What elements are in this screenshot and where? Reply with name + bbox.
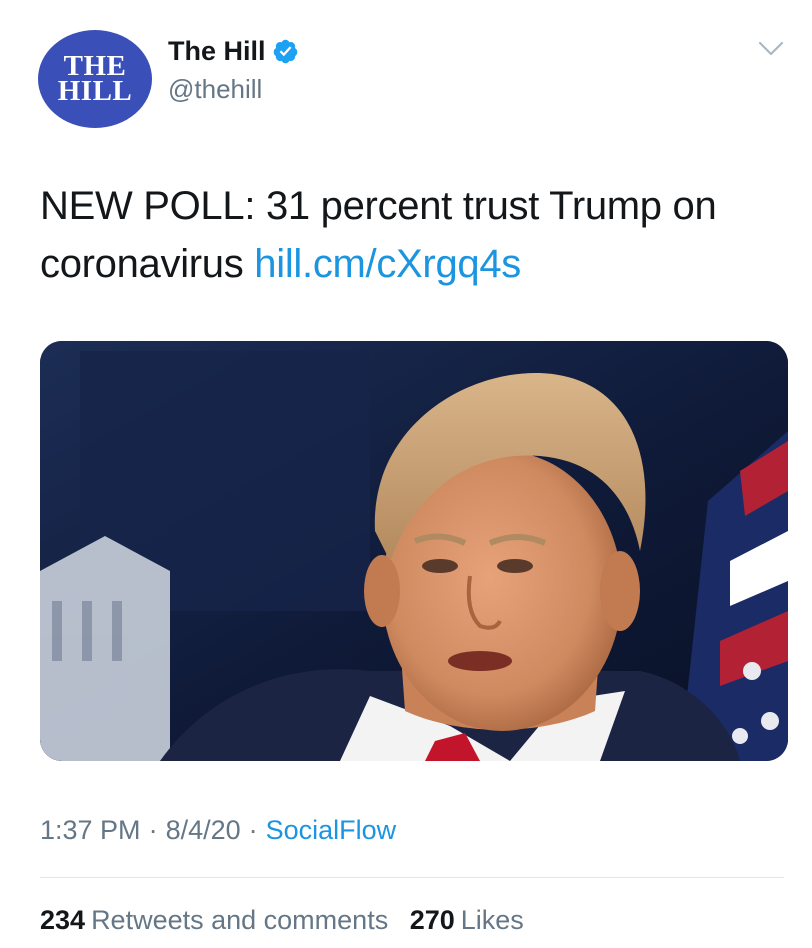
account-info: The Hill @thehill bbox=[168, 34, 299, 106]
tweet-date[interactable]: 8/4/20 bbox=[166, 815, 241, 845]
meta-separator: · bbox=[148, 815, 158, 845]
retweets-label: Retweets and comments bbox=[91, 905, 389, 935]
tweet-photo[interactable] bbox=[40, 341, 788, 761]
likes-stat[interactable]: 270 Likes bbox=[410, 905, 524, 935]
tweet-link[interactable]: hill.cm/cXrgq4s bbox=[254, 242, 521, 286]
photo-image bbox=[40, 341, 788, 761]
tweet-stats: 234 Retweets and comments 270 Likes bbox=[40, 900, 524, 940]
meta-separator: · bbox=[248, 815, 258, 845]
account-handle[interactable]: @thehill bbox=[168, 72, 299, 106]
avatar-logo-line-2: HILL bbox=[57, 75, 133, 107]
display-name[interactable]: The Hill bbox=[168, 34, 266, 68]
tweet-text: NEW POLL: 31 percent trust Trump on coro… bbox=[40, 177, 790, 293]
name-row: The Hill bbox=[168, 34, 299, 68]
likes-label: Likes bbox=[460, 905, 524, 935]
likes-count: 270 bbox=[409, 905, 455, 935]
tweet-source-link[interactable]: SocialFlow bbox=[266, 815, 397, 845]
chevron-down-icon[interactable] bbox=[758, 40, 784, 58]
divider bbox=[40, 877, 784, 878]
retweets-count: 234 bbox=[40, 905, 86, 935]
tweet-meta: 1:37 PM · 8/4/20 · SocialFlow bbox=[40, 810, 396, 850]
retweets-stat[interactable]: 234 Retweets and comments bbox=[40, 905, 388, 935]
verified-badge-icon bbox=[272, 38, 299, 65]
tweet-time[interactable]: 1:37 PM bbox=[40, 815, 141, 845]
avatar[interactable]: THE HILL bbox=[38, 30, 152, 128]
